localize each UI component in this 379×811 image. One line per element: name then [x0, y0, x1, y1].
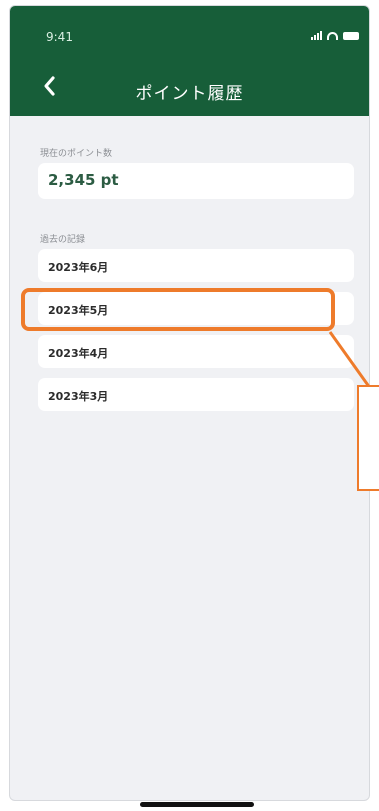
- highlight-frame: [21, 288, 335, 331]
- signal-icon: [311, 31, 322, 40]
- history-item-2023-03[interactable]: 2023年3月: [38, 378, 354, 411]
- home-indicator: [140, 802, 254, 807]
- history-label: 過去の記録: [40, 235, 86, 245]
- history-item-2023-06[interactable]: 2023年6月: [38, 249, 354, 282]
- page-title: ポイント履歴: [135, 84, 244, 104]
- status-time: 9:41: [46, 30, 73, 44]
- battery-icon: [343, 31, 359, 40]
- current-points-card: 2,345 pt: [38, 163, 354, 199]
- history-item-label: 2023年3月: [48, 390, 109, 403]
- current-points-value: 2,345 pt: [48, 171, 119, 189]
- history-item-label: 2023年6月: [48, 261, 109, 274]
- callout-box: [357, 385, 379, 491]
- status-icons: [311, 31, 359, 40]
- header-bar: 9:41 ポイント履歴: [10, 6, 369, 116]
- wifi-icon: [327, 31, 338, 40]
- current-points-label: 現在のポイント数: [40, 149, 113, 159]
- history-item-label: 2023年4月: [48, 347, 109, 360]
- app-screen: 9:41 ポイント履歴 現在のポイント数 2,345 pt 過去の記録 2023…: [9, 5, 370, 801]
- history-item-2023-04[interactable]: 2023年4月: [38, 335, 354, 368]
